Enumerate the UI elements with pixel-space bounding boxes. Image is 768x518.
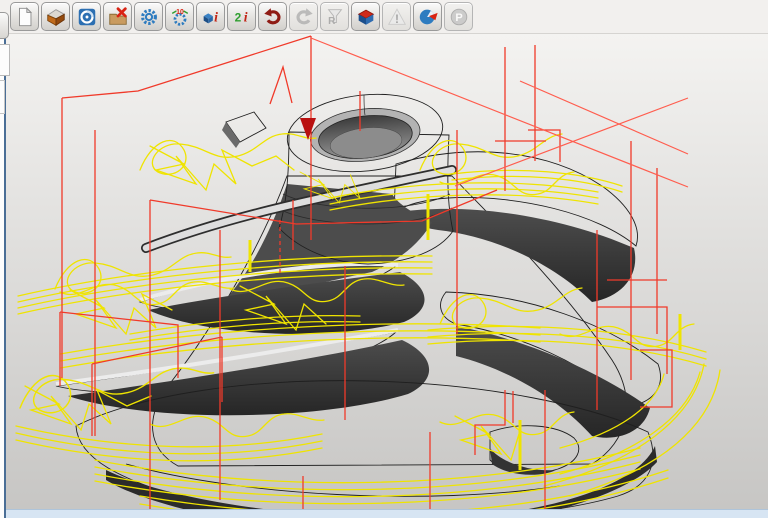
cutoff-side-panel: [0, 44, 10, 76]
svg-text:10: 10: [176, 8, 184, 15]
open-folder-icon: [45, 6, 67, 28]
info-2-icon: 2i: [231, 6, 253, 28]
svg-text:i: i: [243, 9, 247, 24]
p-circle-icon: P: [448, 6, 470, 28]
secondary-info-button[interactable]: 2i: [227, 2, 256, 31]
cutoff-side-panel-2: [0, 80, 5, 114]
open-file-button[interactable]: [41, 2, 70, 31]
r-funnel-icon: R: [324, 6, 346, 28]
undo-arrow-icon: [262, 6, 284, 28]
gear-10-icon: 10: [169, 6, 191, 28]
part-info-button[interactable]: i: [196, 2, 225, 31]
impeller-scene: [0, 34, 768, 510]
gear-icon: [138, 6, 160, 28]
folder-close-icon: [107, 6, 129, 28]
svg-text:P: P: [455, 12, 462, 24]
3d-viewport[interactable]: [0, 34, 768, 518]
redo-arrow-icon: [293, 6, 315, 28]
stock-box-icon: [355, 6, 377, 28]
pie-arrow-icon: [417, 6, 439, 28]
warning-button: !: [382, 2, 411, 31]
redo-button: [289, 2, 318, 31]
gear-batch-button[interactable]: 10: [165, 2, 194, 31]
statistics-button[interactable]: [413, 2, 442, 31]
park-button: P: [444, 2, 473, 31]
stock-block-button[interactable]: [351, 2, 380, 31]
disc-icon: [76, 6, 98, 28]
new-file-button[interactable]: [10, 2, 39, 31]
cube-info-icon: i: [200, 6, 222, 28]
document-icon: [14, 6, 36, 28]
main-toolbar: 10i2iR!P: [0, 0, 768, 34]
cutoff-side-button[interactable]: [0, 12, 9, 39]
recalc-button: R: [320, 2, 349, 31]
viewport-bottom-scrollband[interactable]: [6, 509, 768, 518]
svg-text:R: R: [328, 15, 336, 26]
impeller-model: [56, 87, 660, 510]
svg-text:!: !: [395, 11, 399, 25]
svg-text:i: i: [214, 9, 218, 24]
undo-button[interactable]: [258, 2, 287, 31]
exclamation-icon: !: [386, 6, 408, 28]
machine-disc-button[interactable]: [72, 2, 101, 31]
close-file-button[interactable]: [103, 2, 132, 31]
svg-text:2: 2: [234, 10, 241, 24]
gear-settings-button[interactable]: [134, 2, 163, 31]
